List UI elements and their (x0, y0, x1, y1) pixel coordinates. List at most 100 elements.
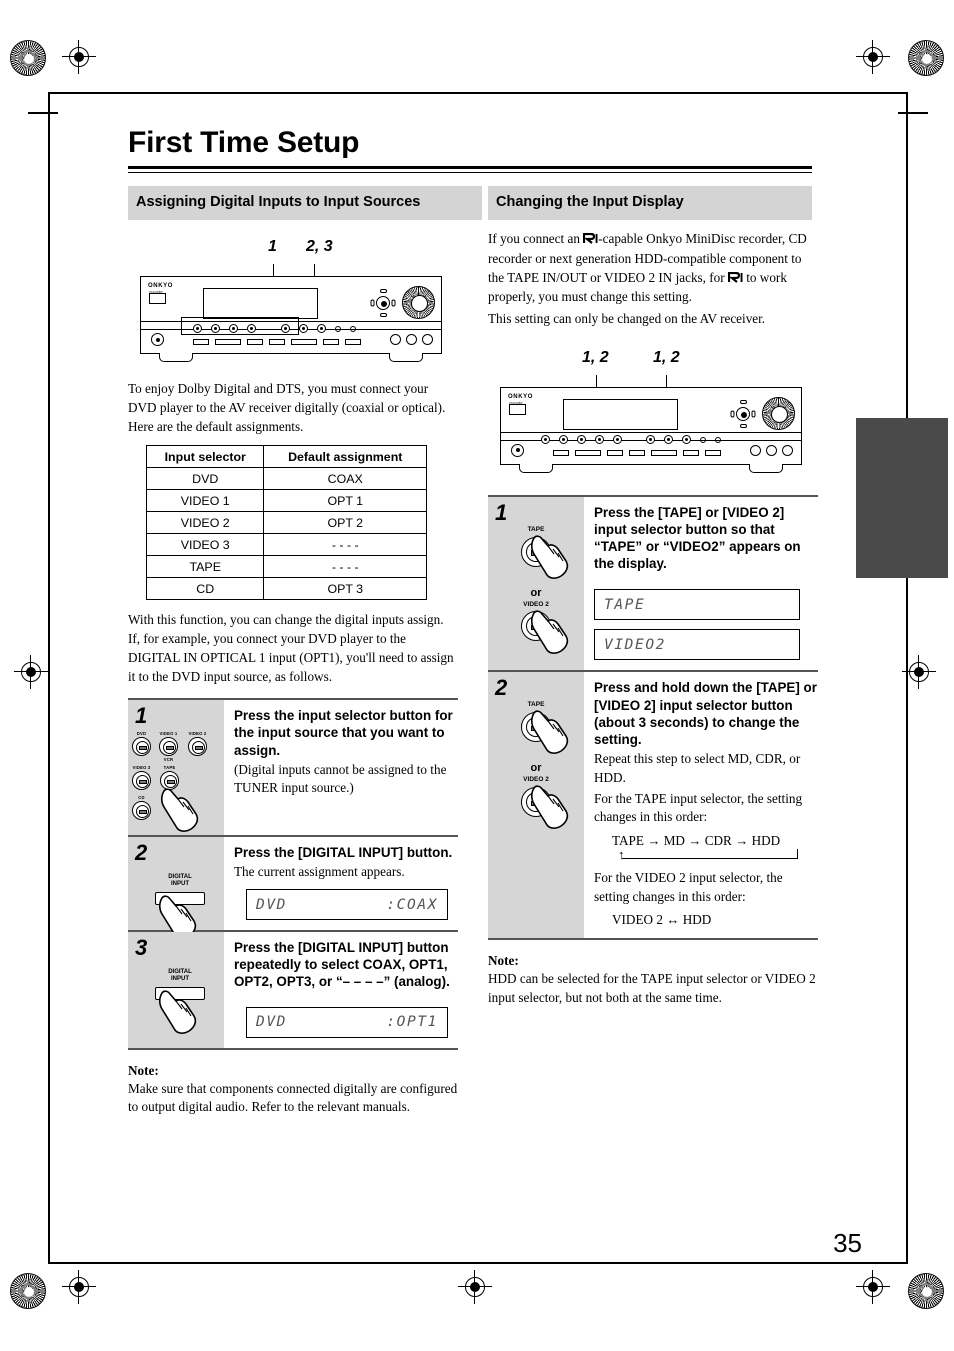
right-column: Changing the Input Display If you connec… (488, 186, 818, 1008)
receiver-panel-button (705, 449, 721, 456)
receiver-panel-button (291, 339, 317, 346)
cell-default-assignment: COAX (263, 467, 427, 491)
default-assignment-table: Input selector Default assignment DVD CO… (145, 445, 427, 601)
receiver-master-volume-knob (762, 396, 795, 430)
receiver-av-input-jacks (390, 334, 433, 346)
left-note-text: Make sure that components connected digi… (128, 1080, 458, 1115)
video2-selector-knob[interactable] (521, 611, 551, 642)
receiver-small-knob (700, 436, 706, 443)
right-step-2-description-2: For the TAPE input selector, the setting… (594, 790, 803, 825)
receiver-display-window (203, 288, 318, 320)
cell-input-selector: DVD (145, 467, 265, 491)
receiver-selector-knob (646, 434, 655, 444)
receiver-jack (782, 444, 793, 456)
receiver-foot-left (159, 353, 193, 363)
selector-button-video2[interactable]: VIDEO 2 (188, 731, 207, 757)
selector-label-dvd: DVD (136, 731, 147, 737)
video2-selector-knob[interactable] (521, 787, 551, 818)
receiver-panel-button (629, 449, 645, 456)
digital-input-button[interactable] (155, 891, 205, 905)
selector-label-cd: CD (138, 795, 145, 801)
selector-button-video1[interactable]: VIDEO 1 VCR (159, 731, 178, 762)
receiver-phones-jack (151, 333, 164, 347)
step-1: 1 DVD VIDEO 1 VCR VIDEO 2 VIDEO 3 TAPE C… (128, 700, 458, 838)
receiver-jack (390, 334, 401, 346)
selector-label-video3: VIDEO 3 (132, 765, 151, 771)
receiver-panel-button (323, 339, 339, 346)
cell-input-selector: TAPE (145, 555, 265, 579)
lcd-left-text: DVD (256, 1014, 287, 1031)
tape-selector-knob[interactable] (521, 712, 551, 743)
selector-button-cd[interactable]: CD (132, 795, 151, 821)
video2-button-label: VIDEO 2 (523, 776, 549, 784)
right-step-2: 2 TAPE or VIDEO 2 Press and hold down th… (488, 672, 818, 941)
left-after-table-paragraph: With this function, you can change the d… (128, 612, 454, 684)
title-rule-thick (128, 166, 812, 169)
step-1-number: 1 (135, 703, 148, 729)
section-heading-changing-input-display: Changing the Input Display (488, 186, 812, 221)
cell-default-assignment: OPT 3 (263, 577, 427, 601)
step-2-illustration: 2 DIGITAL INPUT (128, 837, 224, 940)
digital-input-label: DIGITAL INPUT (144, 969, 216, 983)
receiver-input-selector-row-b (646, 434, 721, 444)
left-intro-paragraph-2: Here are the default assignments. (128, 418, 304, 434)
step-3-title: Press the [DIGITAL INPUT] button repeate… (234, 940, 450, 990)
receiver-jack (766, 444, 777, 456)
digital-input-label-line1: DIGITAL (168, 969, 192, 976)
selector-button-tape[interactable]: TAPE (160, 765, 179, 791)
receiver-panel-button (607, 449, 623, 456)
step-3-lcd-display: DVD :OPT1 (246, 1006, 448, 1038)
lcd-right-text: :COAX (386, 896, 438, 913)
step-2-text: Press the [DIGITAL INPUT] button. The cu… (224, 837, 458, 930)
right-step-1-text: Press the [TAPE] or [VIDEO 2] input sele… (584, 497, 818, 671)
digital-input-button-art[interactable]: DIGITAL INPUT (144, 874, 216, 940)
left-steps-list: 1 DVD VIDEO 1 VCR VIDEO 2 VIDEO 3 TAPE C… (128, 698, 458, 1050)
selector-button-video3[interactable]: VIDEO 3 (132, 765, 151, 791)
digital-input-button-art[interactable]: DIGITAL INPUT (144, 969, 216, 1035)
callout-label-1-2-a: 1, 2 (582, 348, 609, 366)
step-2-lcd-display: DVD :COAX (246, 889, 448, 921)
cell-default-assignment: OPT 2 (263, 511, 427, 535)
receiver-selector-knob (317, 324, 326, 334)
step-2: 2 DIGITAL INPUT Press the [DIGITAL INPUT… (128, 837, 458, 940)
step-3: 3 DIGITAL INPUT Press the [DIGITAL INPUT… (128, 932, 458, 1050)
left-diagram-callouts: 1 2, 3 (128, 238, 458, 264)
left-note-block: Note: Make sure that components connecte… (128, 1062, 458, 1117)
right-intro-paragraph-2: This setting can only be changed on the … (488, 311, 766, 327)
selector-label-video2: VIDEO 2 (188, 731, 207, 737)
receiver-jack (422, 334, 433, 346)
receiver-panel-button (247, 339, 263, 346)
lcd-right-text: :OPT1 (386, 1014, 438, 1031)
column-header-default-assignment: Default assignment (263, 445, 427, 469)
right-step-2-illustration: 2 TAPE or VIDEO 2 (488, 672, 584, 939)
step-3-illustration: 3 DIGITAL INPUT (128, 932, 224, 1048)
cell-input-selector: CD (145, 577, 265, 601)
left-intro-paragraph-1: To enjoy Dolby Digital and DTS, you must… (128, 381, 446, 415)
tape-flow-loop-arrow: ↑ (616, 848, 818, 863)
receiver-panel-button (575, 449, 601, 456)
right-step-1-number: 1 (495, 499, 508, 525)
cell-default-assignment: - - - - (263, 555, 427, 579)
page-title: First Time Setup (128, 126, 360, 159)
receiver-selector-knob (541, 434, 550, 444)
receiver-selector-knob (664, 434, 673, 444)
receiver-av-input-jacks (750, 444, 793, 456)
receiver-power-button (149, 293, 166, 305)
digital-input-button[interactable] (155, 986, 205, 1000)
cell-input-selector: VIDEO 2 (145, 511, 265, 535)
receiver-panel-button (683, 449, 699, 456)
receiver-foot-right (749, 463, 783, 473)
receiver-button-row (553, 449, 721, 456)
ri-logo-icon (583, 231, 598, 250)
digital-input-label-line1: DIGITAL (168, 874, 192, 881)
digital-input-label-line2: INPUT (171, 881, 189, 888)
left-column: Assigning Digital Inputs to Input Source… (128, 186, 482, 1117)
selector-label-video1: VIDEO 1 (159, 731, 178, 737)
tape-selector-knob[interactable] (521, 536, 551, 567)
pointing-hand-icon (158, 785, 202, 833)
selector-button-dvd[interactable]: DVD (132, 731, 151, 757)
receiver-dpad (369, 289, 397, 318)
tape-flow-diagram: TAPE → MD → CDR → HDD ↑ (612, 833, 818, 863)
receiver-divider-1 (501, 431, 801, 433)
left-after-table-text: With this function, you can change the d… (128, 611, 458, 686)
